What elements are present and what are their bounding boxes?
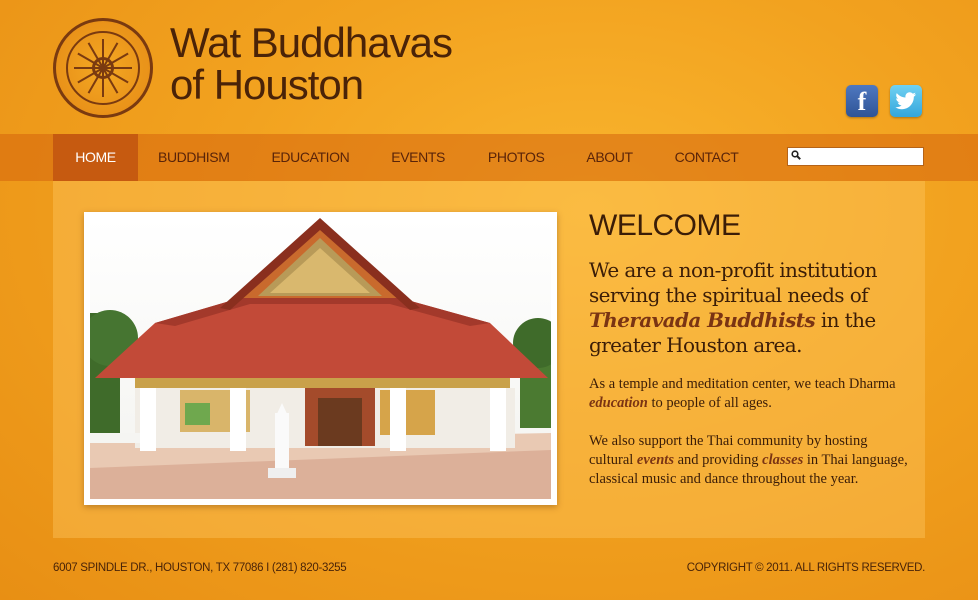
footer-copyright: COPYRIGHT © 2011. ALL RIGHTS RESERVED. xyxy=(686,562,926,574)
welcome-paragraph-2: We also support the Thai community by ho… xyxy=(589,432,909,489)
intro-emphasis: Theravada Buddhists xyxy=(589,308,816,332)
search-input[interactable] xyxy=(806,148,921,165)
search-box[interactable] xyxy=(787,147,924,166)
facebook-icon[interactable]: f xyxy=(846,85,878,117)
nav-item-education[interactable]: EDUCATION xyxy=(271,134,349,181)
site-title[interactable]: Wat Buddhavas of Houston xyxy=(170,19,453,108)
welcome-intro: We are a non-profit institution serving … xyxy=(589,258,909,358)
footer-address: 6007 SPINDLE DR., HOUSTON, TX 77086 I (2… xyxy=(53,562,347,574)
temple-photo xyxy=(90,218,551,499)
p1-text-1: As a temple and meditation center, we te… xyxy=(589,376,896,392)
classes-link[interactable]: classes xyxy=(762,452,803,468)
twitter-icon[interactable] xyxy=(890,85,922,117)
p2-text-2: and providing xyxy=(677,452,759,468)
intro-text-1: We are a non-profit institution serving … xyxy=(589,258,877,307)
title-line-1: Wat Buddhavas xyxy=(170,19,453,66)
title-line-2: of Houston xyxy=(170,61,364,108)
temple-photo-frame xyxy=(84,212,557,505)
temple-illustration xyxy=(90,218,551,499)
twitter-bird-icon xyxy=(895,92,916,110)
nav-item-about[interactable]: ABOUT xyxy=(586,134,633,181)
nav-item-home[interactable]: HOME xyxy=(53,134,138,181)
education-link[interactable]: education xyxy=(589,395,648,411)
main-nav: HOME BUDDHISM EDUCATION EVENTS PHOTOS AB… xyxy=(53,134,739,181)
nav-item-photos[interactable]: PHOTOS xyxy=(488,134,545,181)
search-icon[interactable] xyxy=(791,150,801,160)
welcome-paragraph-1: As a temple and meditation center, we te… xyxy=(589,375,909,413)
events-link[interactable]: events xyxy=(637,452,674,468)
nav-item-contact[interactable]: CONTACT xyxy=(675,134,739,181)
welcome-heading: WELCOME xyxy=(589,209,741,242)
site-header: Wat Buddhavas of Houston f xyxy=(0,0,978,134)
logo-hub xyxy=(92,57,114,79)
nav-item-buddhism[interactable]: BUDDHISM xyxy=(158,134,230,181)
p1-text-2: to people of all ages. xyxy=(651,395,772,411)
nav-item-events[interactable]: EVENTS xyxy=(391,134,445,181)
temple-logo[interactable] xyxy=(53,18,153,118)
